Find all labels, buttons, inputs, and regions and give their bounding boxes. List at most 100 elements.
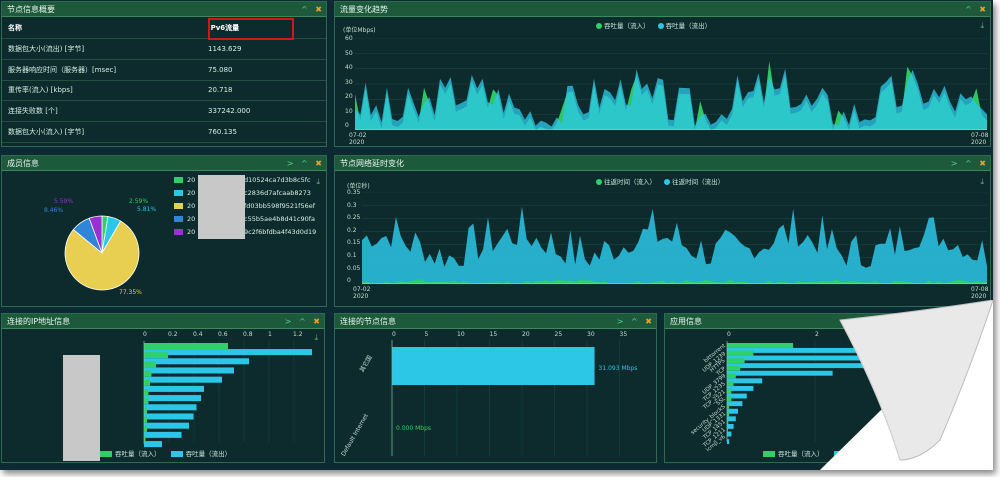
collapse-icon[interactable]: ^ [299, 317, 306, 326]
row-name: 数据包大小(流出) [字节] [2, 38, 208, 60]
bar-10-1[interactable] [727, 423, 734, 429]
download-icon[interactable]: ⤓ [314, 333, 318, 343]
x-tick-label: 0.8 [243, 331, 253, 338]
bar-10-1[interactable] [144, 441, 162, 448]
expand-icon[interactable]: > [951, 159, 958, 168]
x-tick-label: 0.4 [193, 331, 203, 338]
traffic-trend-panel: 流量变化趋势 ^ ✖ ⤓ 吞吐量（流入） 吞吐量（流出） (单位Mbps) 60… [334, 1, 991, 147]
bar-3-1[interactable] [144, 376, 222, 383]
member-list-item[interactable]: 20 [174, 189, 195, 197]
bar-3-1[interactable] [727, 370, 833, 376]
close-icon[interactable]: ✖ [315, 159, 322, 168]
bar-2-0[interactable] [144, 361, 156, 368]
legend-swatch-in [763, 451, 775, 457]
member-list-item[interactable]: 20 [174, 215, 195, 223]
connected-node-panel: 连接的节点信息 > ^ ✖ 0 5 10 15 20 25 30 35 其它国 Default … [334, 313, 657, 463]
bar-4-0[interactable] [144, 379, 150, 386]
bar-1-0[interactable] [144, 352, 168, 359]
y-tick-label: 0.05 [347, 264, 361, 272]
close-icon[interactable]: ✖ [645, 317, 652, 326]
ip-address-panel: 连接的IP地址信息 > ^ ✖ ⤓ 0 0.2 0.4 0.6 0.8 1 1.2 吞吐量（… [1, 313, 325, 463]
bar-6-0[interactable] [144, 398, 149, 405]
download-icon[interactable]: ⤓ [980, 21, 984, 31]
bar-9-0[interactable] [144, 425, 147, 432]
latency-area-chart [362, 192, 987, 284]
legend-label-in[interactable]: 往返时间（流入） [604, 178, 656, 186]
bar-7-1[interactable] [727, 401, 743, 407]
y-tick-label: 0 [345, 122, 349, 129]
node-bar-chart [391, 340, 620, 456]
member-list-item[interactable]: 20 [174, 202, 195, 210]
close-icon[interactable]: ✖ [979, 5, 986, 14]
bar-5-1[interactable] [144, 395, 201, 402]
member-id-suffix: 9c2f6bfdba4f43d0d19 [244, 228, 317, 236]
bar-3-0[interactable] [144, 370, 152, 377]
bar-4-1[interactable] [144, 385, 204, 392]
close-icon[interactable]: ✖ [979, 159, 986, 168]
x-axis-end-label: 07-08 2020 [971, 132, 988, 146]
collapse-icon[interactable]: ^ [301, 5, 308, 14]
expand-icon[interactable]: > [287, 159, 294, 168]
network-latency-panel: 节点网络延时变化 > ^ ✖ ⤓ 往返时间（流入） 往返时间（流出） (单位秒)… [334, 155, 991, 307]
bar-0-1[interactable] [144, 349, 312, 356]
bar-3-0[interactable] [727, 365, 741, 371]
close-icon[interactable]: ✖ [313, 317, 320, 326]
legend-label-out[interactable]: 往返时间（流出） [672, 178, 724, 186]
x-end-date: 07-08 [971, 286, 989, 293]
panel-header: 节点网络延时变化 > ^ ✖ [335, 156, 990, 171]
bar-0-0[interactable] [144, 343, 228, 350]
row-value: 20.718 [208, 80, 326, 102]
download-icon[interactable]: ⤓ [980, 177, 984, 187]
panel-title: 节点网络延时变化 [340, 159, 404, 168]
download-icon[interactable]: ⤓ [316, 177, 320, 187]
y-tick-label: 50 [345, 49, 353, 57]
x-tick-label: 25 [554, 331, 563, 338]
bar-4-0[interactable] [727, 373, 736, 379]
bar-2-0[interactable] [727, 358, 745, 364]
pie-label-yellow: 77.35% [119, 289, 142, 296]
legend-label-out[interactable]: 吞吐量（流出） [666, 22, 712, 30]
bar-7-0[interactable] [144, 407, 147, 414]
bar-5-0[interactable] [727, 381, 734, 386]
dashboard-screen: 节点信息概要 ^ ✖ 名称 IPv6流量 数据包大小(流出) [字节] 1143.… [0, 0, 993, 470]
bar-8-1[interactable] [144, 422, 189, 429]
close-icon[interactable]: ✖ [315, 5, 322, 14]
collapse-icon[interactable]: ^ [965, 159, 972, 168]
bar-9-1[interactable] [144, 431, 182, 438]
panel-controls: > ^ ✖ [946, 156, 986, 171]
bar-1-0[interactable] [727, 350, 754, 356]
legend-label-out[interactable]: 吞吐量（流出） [186, 450, 232, 458]
legend-label-in[interactable]: 吞吐量（流入） [115, 450, 161, 458]
x-axis-end-label: 07-08 2020 [971, 286, 988, 300]
legend-label-in[interactable]: 吞吐量（流入） [778, 450, 824, 458]
bar-0-0[interactable] [727, 343, 793, 348]
collapse-icon[interactable]: ^ [301, 159, 308, 168]
collapse-icon[interactable]: ^ [631, 317, 638, 326]
y-tick-label: 0.25 [347, 214, 361, 222]
member-list-item[interactable]: 20 [174, 176, 195, 184]
panel-title: 节点信息概要 [7, 5, 55, 14]
x-end-year: 2020 [971, 139, 987, 146]
bar-11-1[interactable] [727, 431, 732, 437]
bar-6-1[interactable] [144, 404, 197, 411]
bar-5-0[interactable] [144, 389, 149, 396]
member-list-item[interactable]: 20 [174, 228, 195, 236]
bar-7-0[interactable] [727, 396, 732, 402]
bar-6-0[interactable] [727, 388, 732, 394]
node-bar[interactable] [392, 347, 595, 385]
expand-icon[interactable]: > [285, 317, 292, 326]
row-name: 连接失败数 [个] [2, 100, 208, 122]
bar-7-1[interactable] [144, 413, 194, 420]
bar-9-1[interactable] [727, 416, 736, 422]
x-end-year: 2020 [971, 293, 987, 300]
x-tick-label: 1.2 [293, 331, 303, 338]
expand-icon[interactable]: > [617, 317, 624, 326]
legend-label-in[interactable]: 吞吐量（流入） [604, 22, 650, 30]
bar-2-1[interactable] [144, 367, 234, 374]
bar-8-0[interactable] [144, 416, 147, 423]
legend-swatch-out [170, 451, 183, 457]
table-row: 连接失败数 [个] 337242.000 [2, 100, 326, 122]
collapse-icon[interactable]: ^ [965, 5, 972, 14]
bar-value-label: 0.000 Mbps [396, 425, 432, 432]
bar-1-1[interactable] [144, 358, 249, 365]
